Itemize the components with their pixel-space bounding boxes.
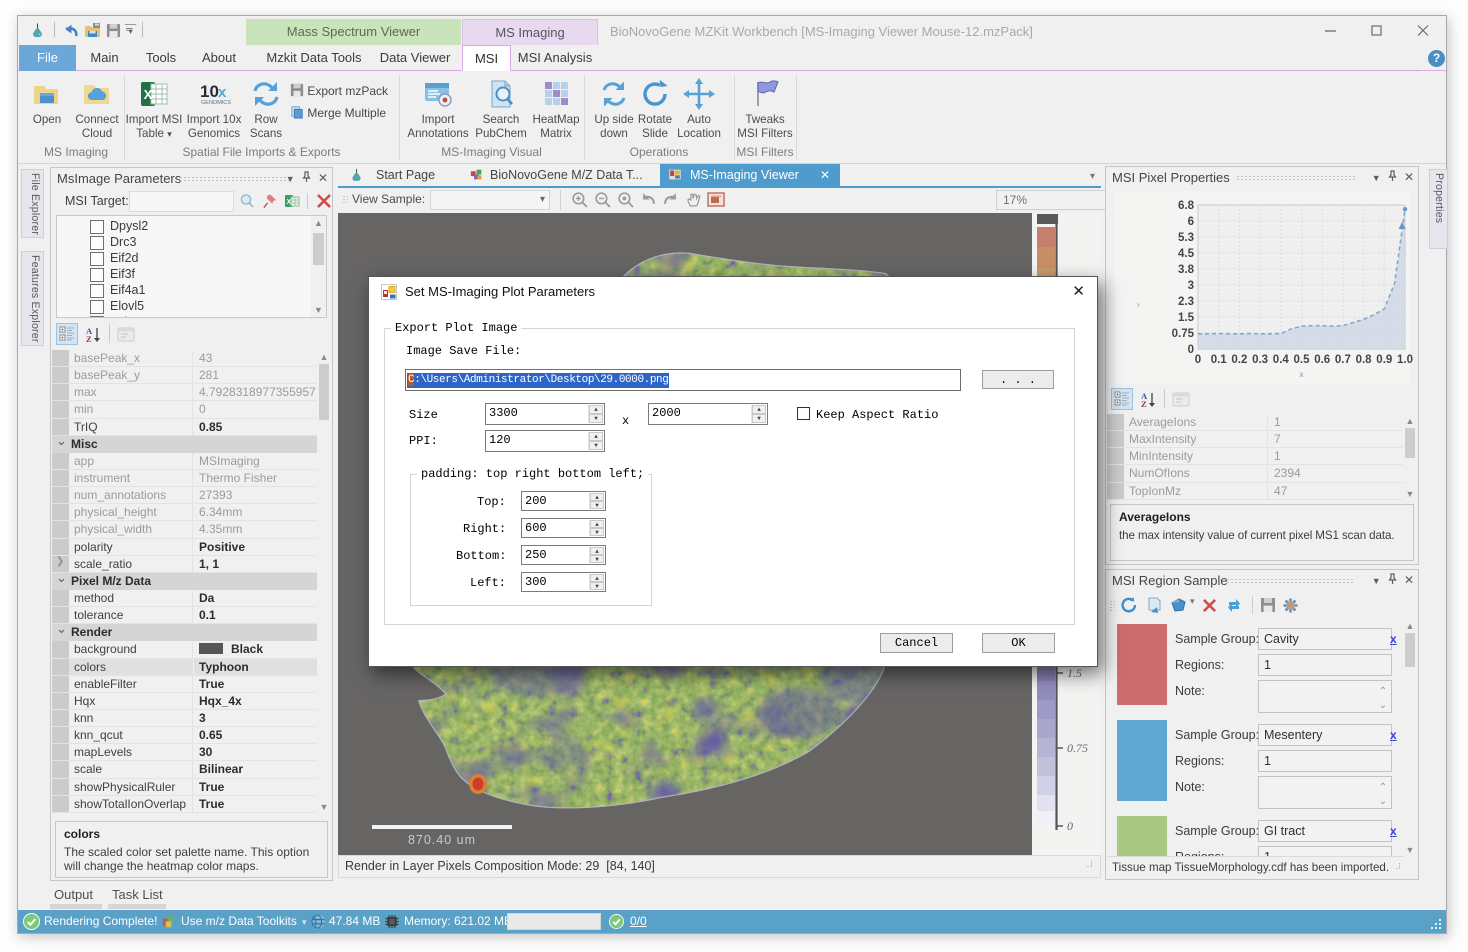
svg-text:0.2: 0.2 <box>1231 354 1247 366</box>
svg-text:1.5: 1.5 <box>1178 312 1195 324</box>
svg-text:6: 6 <box>1188 216 1194 228</box>
svg-text:0.5: 0.5 <box>1294 354 1311 366</box>
svg-text:5.3: 5.3 <box>1178 232 1194 244</box>
svg-text:GENOMICS: GENOMICS <box>201 100 231 106</box>
svg-text:X: X <box>144 87 153 102</box>
svg-text:x: x <box>218 84 227 101</box>
svg-text:0.4: 0.4 <box>1273 354 1290 366</box>
svg-text:X: X <box>287 199 292 206</box>
svg-text:1.0: 1.0 <box>1397 354 1413 366</box>
svg-text:870.40 um: 870.40 um <box>408 833 476 847</box>
svg-text:0: 0 <box>1195 354 1201 366</box>
svg-text:0.7: 0.7 <box>1335 354 1351 366</box>
svg-text:0: 0 <box>1067 819 1073 833</box>
svg-text:0.9: 0.9 <box>1376 354 1392 366</box>
svg-text:0.1: 0.1 <box>1211 354 1228 366</box>
svg-text:1.5: 1.5 <box>1067 666 1082 680</box>
svg-text:Z: Z <box>86 334 92 343</box>
svg-text:x: x <box>1300 370 1304 379</box>
svg-text:6.8: 6.8 <box>1178 200 1195 212</box>
svg-text:3.8: 3.8 <box>1178 264 1195 276</box>
svg-text:›: › <box>1137 300 1140 309</box>
svg-text:4.5: 4.5 <box>1178 248 1195 260</box>
svg-text:0.6: 0.6 <box>1314 354 1330 366</box>
svg-text:0.8: 0.8 <box>1356 354 1373 366</box>
svg-text:2.3: 2.3 <box>1178 296 1194 308</box>
svg-text:0.75: 0.75 <box>1067 741 1088 755</box>
svg-text:Z: Z <box>1141 399 1147 408</box>
svg-text:3: 3 <box>1188 280 1194 292</box>
svg-text:10: 10 <box>200 82 219 101</box>
svg-text:0.75: 0.75 <box>1172 328 1195 340</box>
svg-text:0.3: 0.3 <box>1252 354 1268 366</box>
svg-text:0: 0 <box>1188 344 1194 356</box>
